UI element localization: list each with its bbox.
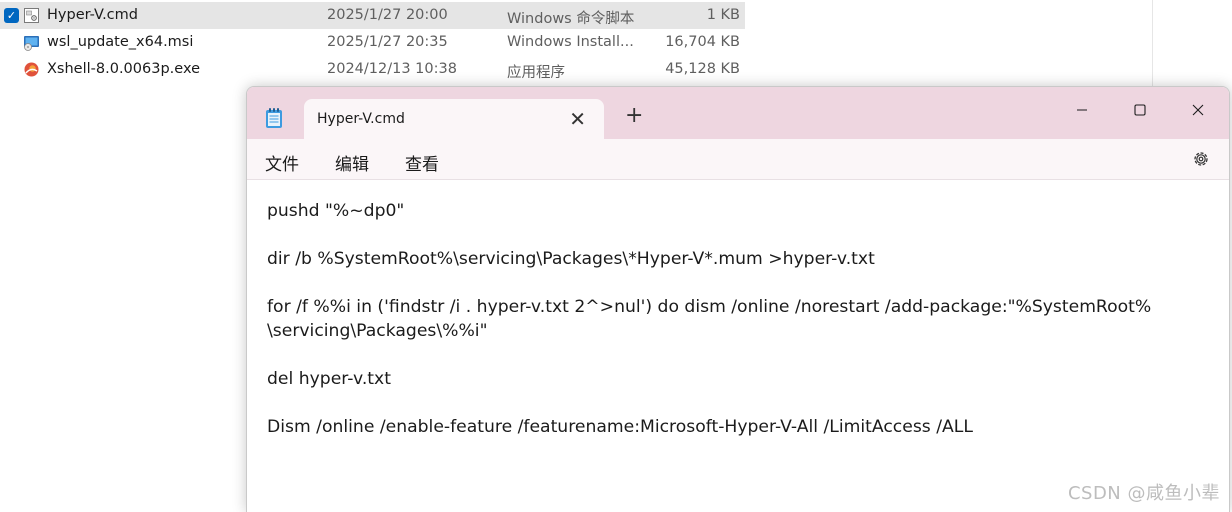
cmd-file-icon — [24, 8, 39, 23]
menu-view[interactable]: 查看 — [405, 150, 439, 175]
file-row-wsl-update[interactable]: wsl_update_x64.msi 2025/1/27 20:35 Windo… — [0, 29, 745, 56]
code-line: \servicing\Packages\%%i" — [267, 321, 488, 341]
minimize-icon[interactable] — [1059, 93, 1105, 127]
maximize-icon[interactable] — [1117, 93, 1163, 127]
title-bar[interactable]: Hyper-V.cmd ✕ + — [247, 87, 1229, 139]
text-editor[interactable]: pushd "%~dp0" dir /b %SystemRoot%\servic… — [247, 180, 1229, 512]
gear-icon[interactable] — [1191, 149, 1211, 169]
file-size: 1 KB — [706, 7, 740, 23]
file-name: wsl_update_x64.msi — [47, 34, 194, 50]
new-tab-button[interactable]: + — [625, 105, 643, 127]
close-window-icon[interactable] — [1175, 93, 1221, 127]
file-date: 2025/1/27 20:35 — [327, 34, 448, 50]
file-size: 16,704 KB — [665, 34, 740, 50]
file-type: Windows Install... — [507, 34, 634, 50]
file-type: Windows 命令脚本 — [507, 11, 635, 27]
file-row-xshell[interactable]: Xshell-8.0.0063p.exe 2024/12/13 10:38 应用… — [0, 56, 745, 83]
file-name: Xshell-8.0.0063p.exe — [47, 61, 200, 77]
tab-title: Hyper-V.cmd — [317, 111, 405, 127]
csdn-watermark: CSDN @咸鱼小辈 — [1067, 483, 1220, 504]
file-row-hyper-v-cmd[interactable]: ✓ Hyper-V.cmd 2025/1/27 20:00 Windows 命令… — [0, 2, 745, 29]
code-line: for /f %%i in ('findstr /i . hyper-v.txt… — [267, 297, 1152, 317]
menu-bar: 文件 编辑 查看 — [247, 139, 1229, 180]
code-line: pushd "%~dp0" — [267, 201, 405, 221]
file-name: Hyper-V.cmd — [47, 7, 138, 23]
notepad-app-icon — [266, 108, 282, 128]
menu-edit[interactable]: 编辑 — [335, 150, 369, 175]
code-line: dir /b %SystemRoot%\servicing\Packages\*… — [267, 249, 875, 269]
file-size: 45,128 KB — [665, 61, 740, 77]
tab-hyper-v-cmd[interactable]: Hyper-V.cmd ✕ — [304, 99, 604, 139]
notepad-window: Hyper-V.cmd ✕ + 文件 编辑 查看 pushd "%~dp0" d… — [246, 86, 1230, 512]
close-tab-icon[interactable]: ✕ — [569, 107, 586, 131]
file-date: 2024/12/13 10:38 — [327, 61, 457, 77]
file-type: 应用程序 — [507, 65, 565, 81]
menu-file[interactable]: 文件 — [265, 150, 299, 175]
code-line: Dism /online /enable-feature /featurenam… — [267, 417, 973, 437]
code-line: del hyper-v.txt — [267, 369, 391, 389]
msi-installer-icon — [24, 36, 39, 51]
selected-checkbox[interactable]: ✓ — [4, 8, 19, 23]
file-date: 2025/1/27 20:00 — [327, 7, 448, 23]
xshell-app-icon — [24, 62, 39, 77]
